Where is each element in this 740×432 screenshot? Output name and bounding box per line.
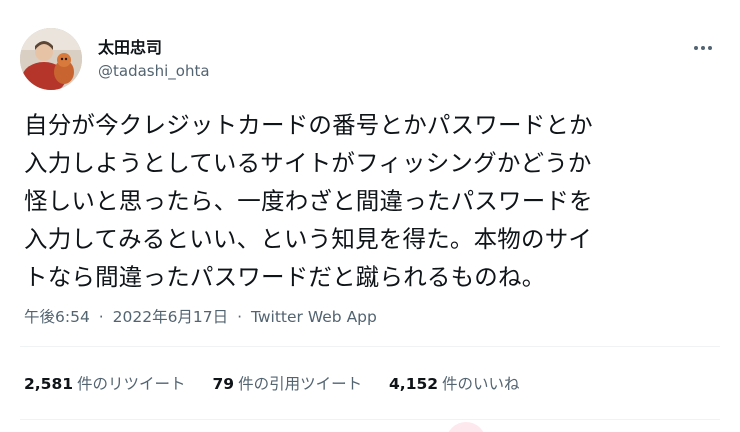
tweet-text-line: 入力してみるといい、という知見を得た。本物のサイ: [24, 225, 593, 253]
more-horizontal-icon: [694, 46, 698, 50]
likes-label: 件のいいね: [442, 375, 520, 393]
more-options-button[interactable]: [688, 36, 718, 60]
avatar-image: [20, 28, 82, 90]
tweet-text-line: 自分が今クレジットカードの番号とかパスワードとか: [24, 111, 593, 139]
tweet-meta: 午後6:54 · 2022年6月17日 · Twitter Web App: [24, 305, 377, 329]
quote-tweets-count: 79: [212, 375, 235, 393]
handle[interactable]: @tadashi_ohta: [98, 60, 210, 82]
tweet-text: 自分が今クレジットカードの番号とかパスワードとか 入力しようとしているサイトがフ…: [24, 106, 724, 296]
tweet-stats: 2,581 件のリツイート 79 件の引用ツイート 4,152 件のいいね: [24, 372, 542, 396]
retweets-count: 2,581: [24, 375, 74, 393]
retweets-label: 件のリツイート: [77, 375, 186, 393]
avatar[interactable]: [20, 28, 82, 90]
quote-tweets-stat[interactable]: 79 件の引用ツイート: [212, 372, 362, 396]
tweet-source[interactable]: Twitter Web App: [251, 308, 377, 326]
likes-count: 4,152: [389, 375, 439, 393]
meta-separator: ·: [237, 308, 243, 326]
quote-tweets-label: 件の引用ツイート: [238, 375, 363, 393]
heart-icon[interactable]: [446, 422, 486, 432]
more-horizontal-icon: [701, 46, 705, 50]
author-info: 太田忠司 @tadashi_ohta: [98, 38, 210, 82]
meta-separator: ·: [98, 308, 104, 326]
tweet-text-line: 入力しようとしているサイトがフィッシングかどうか: [24, 149, 592, 177]
likes-stat[interactable]: 4,152 件のいいね: [389, 372, 520, 396]
more-horizontal-icon: [708, 46, 712, 50]
divider: [20, 346, 720, 347]
tweet-header: 太田忠司 @tadashi_ohta: [20, 28, 720, 92]
tweet-time[interactable]: 午後6:54: [24, 308, 90, 326]
tweet-date[interactable]: 2022年6月17日: [113, 308, 229, 326]
tweet-text-line: トなら間違ったパスワードだと蹴られるものね。: [24, 263, 546, 291]
retweets-stat[interactable]: 2,581 件のリツイート: [24, 372, 186, 396]
divider: [20, 419, 720, 420]
display-name[interactable]: 太田忠司: [98, 38, 210, 58]
tweet-text-line: 怪しいと思ったら、一度わざと間違ったパスワードを: [24, 187, 593, 215]
